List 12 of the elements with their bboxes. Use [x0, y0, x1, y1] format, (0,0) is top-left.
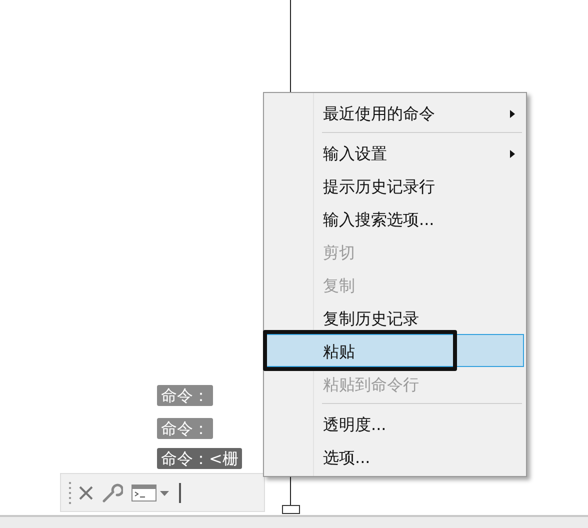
menu-item[interactable]: 提示历史记录行 [266, 169, 524, 202]
menu-item[interactable]: 输入搜索选项... [266, 202, 524, 235]
menu-item[interactable]: 透明度... [266, 407, 524, 440]
command-prompt-icon[interactable] [131, 484, 171, 502]
menu-item[interactable]: 输入设置 [266, 136, 524, 169]
menu-item[interactable]: 选项... [266, 440, 524, 473]
crosshair-box [282, 505, 300, 514]
text-cursor [179, 482, 181, 502]
wrench-icon[interactable] [101, 482, 123, 504]
menu-item[interactable]: 最近使用的命令 [266, 96, 524, 129]
close-icon[interactable] [79, 486, 93, 500]
menu-item[interactable]: 复制历史记录 [266, 301, 524, 334]
